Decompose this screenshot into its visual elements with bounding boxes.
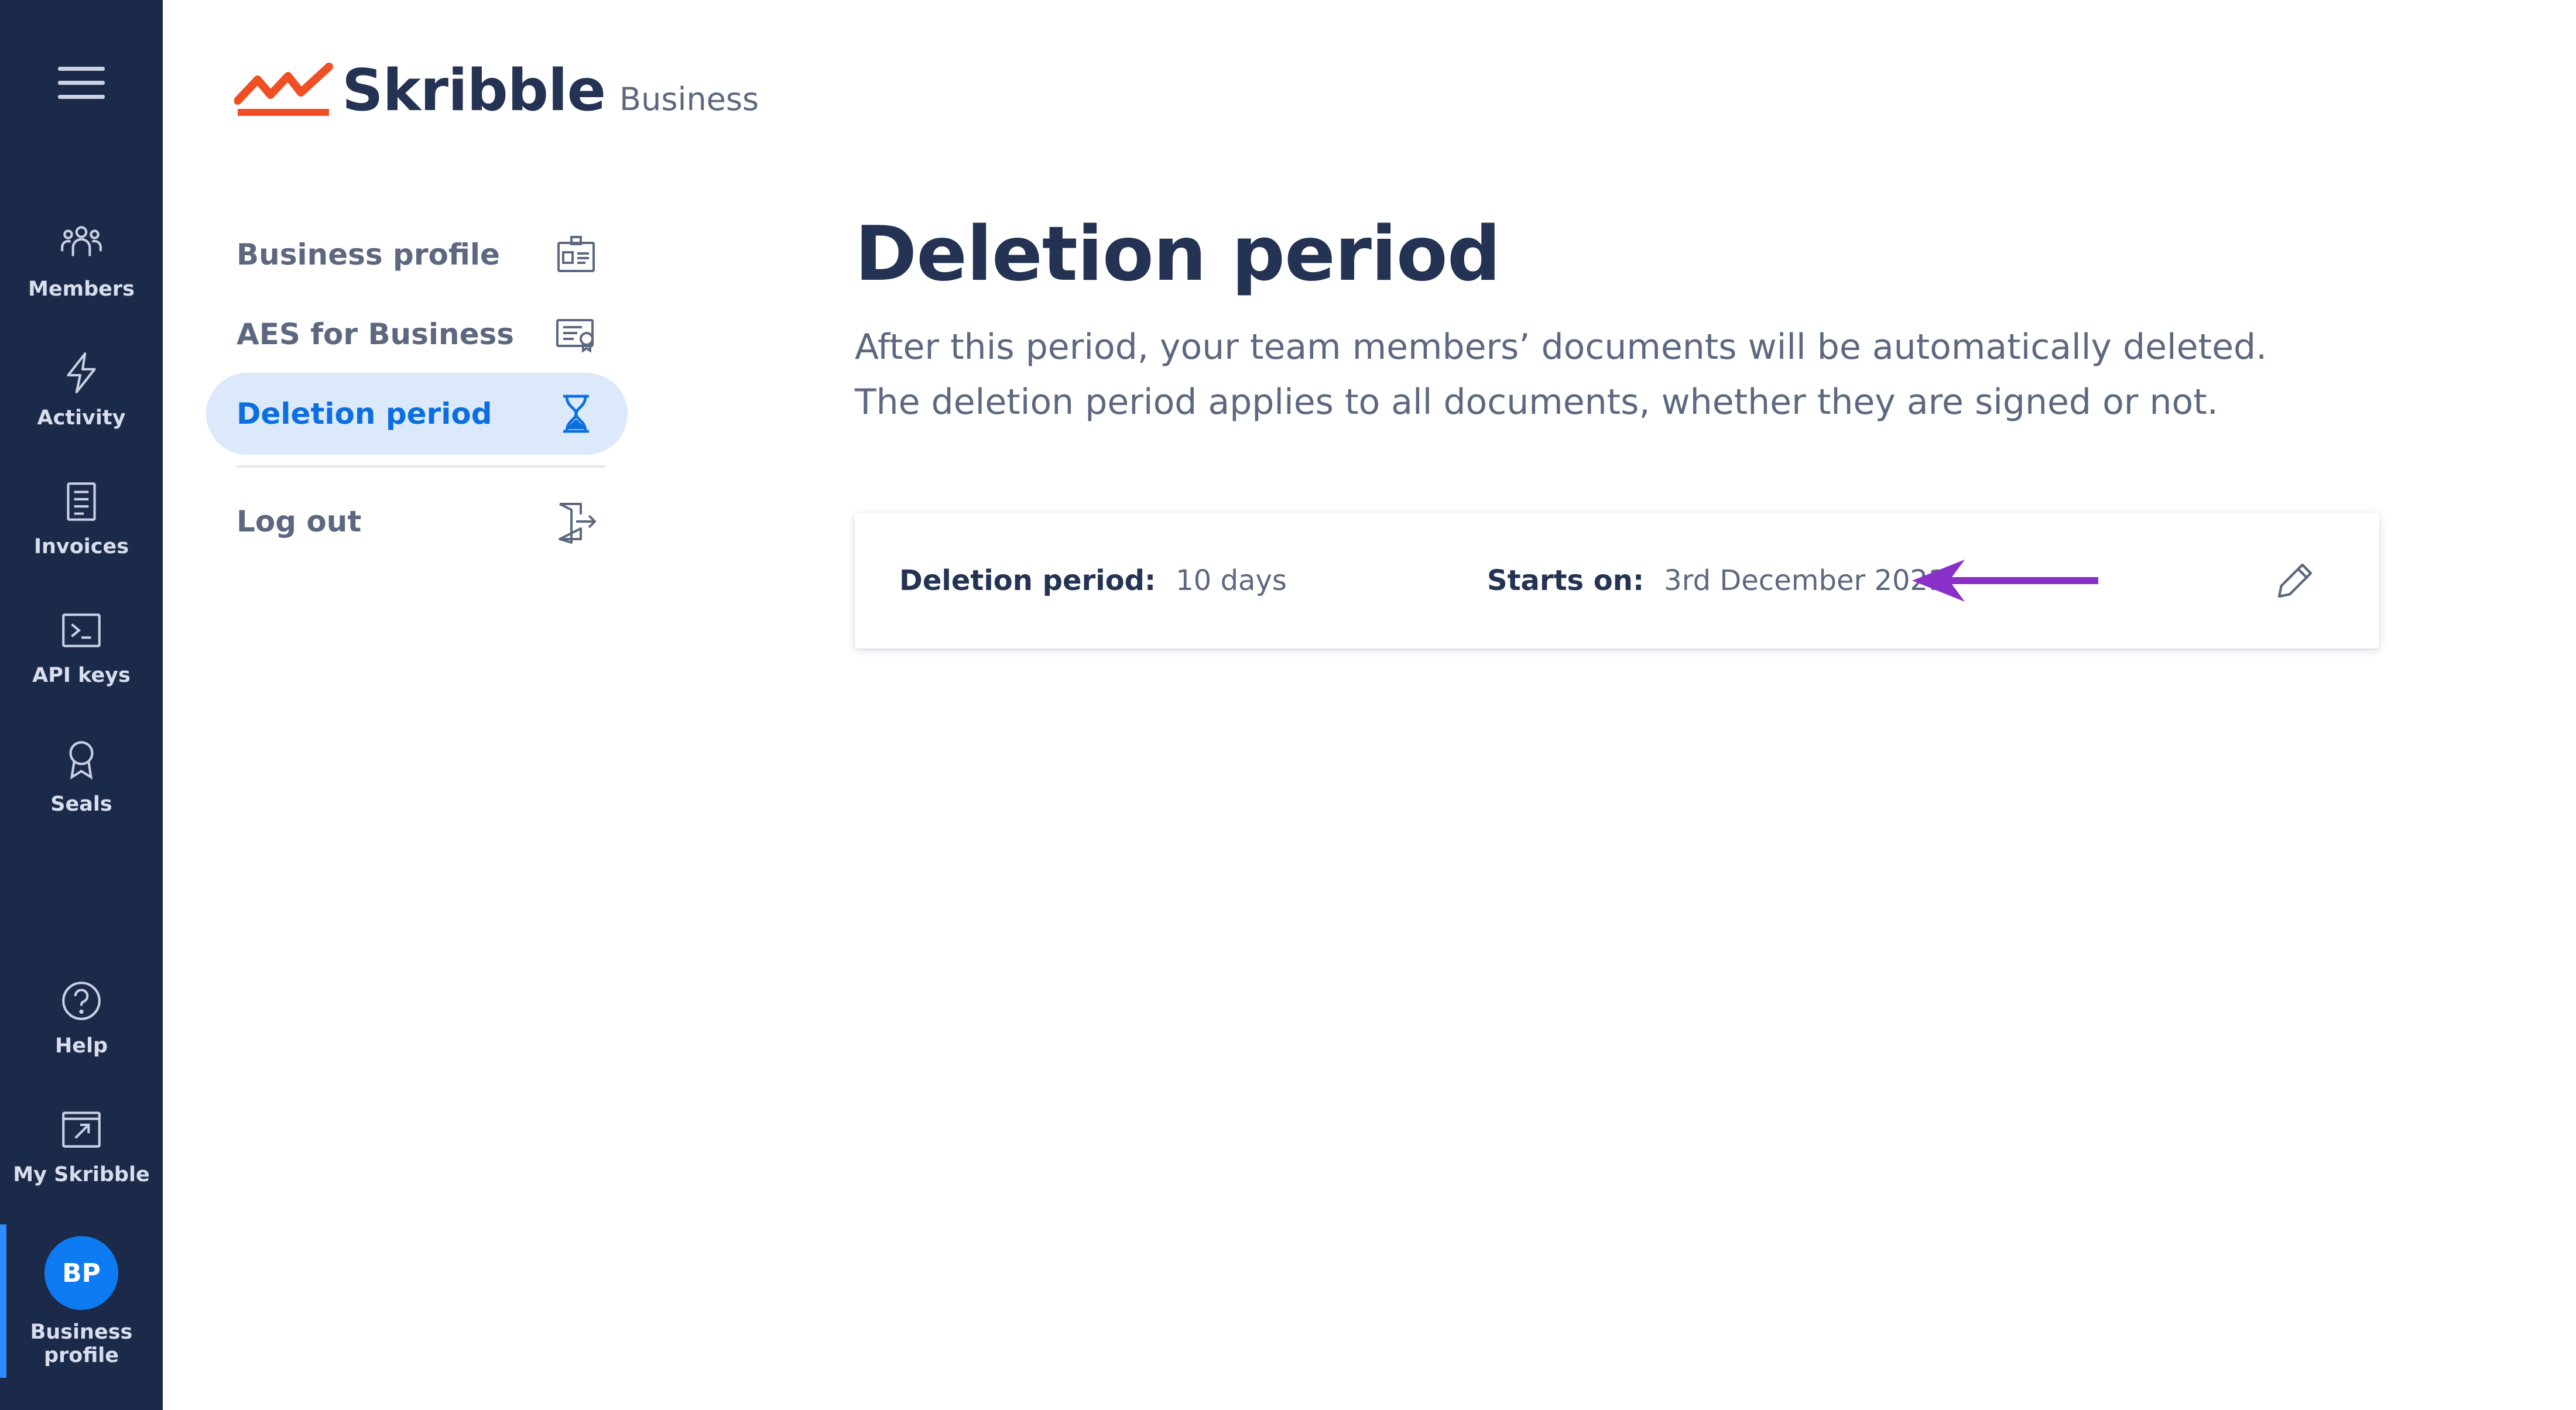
help-icon [55,975,108,1027]
hourglass-icon [553,390,600,437]
seal-icon [55,733,108,785]
rail-item-help[interactable]: Help [0,975,163,1080]
settings-nav-deletion-period[interactable]: Deletion period [206,373,628,455]
settings-nav: Business profile AES for Business Deleti… [206,214,628,562]
members-icon [55,218,108,270]
rail-label: Help [54,1034,108,1058]
external-link-icon [55,1103,108,1156]
deletion-period-field: Deletion period: 10 days [899,513,1287,649]
rail-item-business-profile[interactable]: BP Business profile [0,1224,163,1388]
rail-item-seals[interactable]: Seals [0,733,163,838]
logo-subtitle: Business [619,81,759,118]
edit-pencil-button[interactable] [2274,560,2316,602]
id-card-icon [553,231,600,278]
rail-label: My Skribble [13,1163,150,1186]
rail-label: Invoices [33,535,129,558]
rail-label: Seals [50,793,112,816]
starts-on-value: 3rd December 2021 [1664,564,1946,597]
settings-nav-label: Log out [237,505,362,538]
deletion-period-label: Deletion period: [899,564,1156,597]
rail-label: API keys [32,664,131,687]
rail-item-activity[interactable]: Activity [0,347,163,452]
annotation-arrow-icon [1912,560,2098,602]
rail-item-invoices[interactable]: Invoices [0,475,163,581]
logout-icon [553,498,600,545]
rail-item-members[interactable]: Members [0,218,163,323]
invoice-icon [55,475,108,528]
rail-label: Business profile [30,1320,133,1368]
starts-on-label: Starts on: [1487,564,1645,597]
lightning-icon [55,347,108,399]
rail-item-my-skribble[interactable]: My Skribble [0,1103,163,1209]
hamburger-menu-icon[interactable] [58,67,105,100]
settings-nav-aes-for-business[interactable]: AES for Business [206,293,628,375]
settings-nav-business-profile[interactable]: Business profile [206,214,628,296]
rail-label: Members [28,277,135,301]
settings-nav-label: AES for Business [237,317,515,351]
settings-nav-label: Deletion period [237,397,492,431]
settings-nav-label: Business profile [237,238,500,272]
rail-label: Activity [37,406,126,430]
deletion-period-value: 10 days [1176,564,1287,597]
rail-item-api-keys[interactable]: API keys [0,604,163,709]
avatar: BP [44,1236,118,1310]
left-rail: Members Activity Invoices API keys Seals… [0,0,163,1410]
terminal-icon [55,604,108,657]
skribble-logo-icon [234,63,333,116]
pencil-icon [2277,563,2313,598]
settings-nav-log-out[interactable]: Log out [206,481,628,562]
settings-nav-divider [237,465,605,468]
skribble-logo[interactable]: Skribble Business [234,52,759,124]
logo-wordmark: Skribble [342,57,606,124]
deletion-period-card: Deletion period: 10 days Starts on: 3rd … [855,513,2379,649]
page-description: After this period, your team members’ do… [855,327,2267,423]
starts-on-field: Starts on: 3rd December 2021 [1487,513,1946,649]
page-title: Deletion period [855,211,1501,298]
certificate-icon [553,311,600,358]
